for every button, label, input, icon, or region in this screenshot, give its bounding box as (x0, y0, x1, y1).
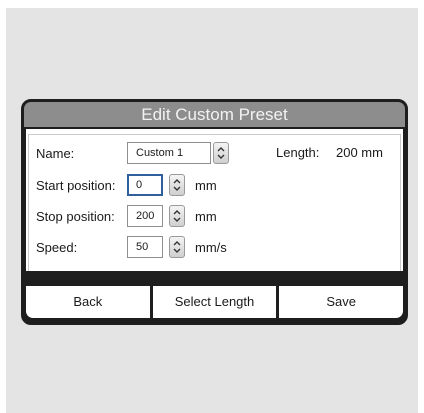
speed-label: Speed: (36, 240, 78, 255)
save-button[interactable]: Save (279, 286, 404, 318)
name-label: Name: (36, 146, 75, 161)
button-row: Back Select Length Save (26, 286, 404, 318)
start-position-label: Start position: (36, 178, 116, 193)
length-label: Length: (276, 145, 320, 160)
start-position-spinner-icon[interactable] (169, 174, 185, 196)
speed-field[interactable]: 50 (127, 236, 163, 258)
stop-position-label: Stop position: (36, 209, 115, 224)
speed-unit: mm/s (195, 240, 227, 255)
name-spinner-icon[interactable] (213, 142, 229, 164)
start-position-unit: mm (195, 178, 217, 193)
select-length-button[interactable]: Select Length (152, 286, 277, 318)
stop-position-unit: mm (195, 209, 217, 224)
dialog-title: Edit Custom Preset (24, 102, 405, 127)
form-panel: Name: Custom 1 Length: 200 mm Start posi… (26, 129, 403, 271)
name-field[interactable]: Custom 1 (127, 142, 211, 164)
speed-spinner-icon[interactable] (169, 236, 185, 258)
back-button[interactable]: Back (26, 286, 150, 318)
start-position-field[interactable]: 0 (127, 174, 163, 196)
length-value: 200 mm (336, 145, 383, 160)
stop-position-field[interactable]: 200 (127, 205, 163, 227)
stop-position-spinner-icon[interactable] (169, 205, 185, 227)
edit-preset-dialog: Edit Custom Preset Name: Custom 1 Length… (21, 99, 408, 325)
